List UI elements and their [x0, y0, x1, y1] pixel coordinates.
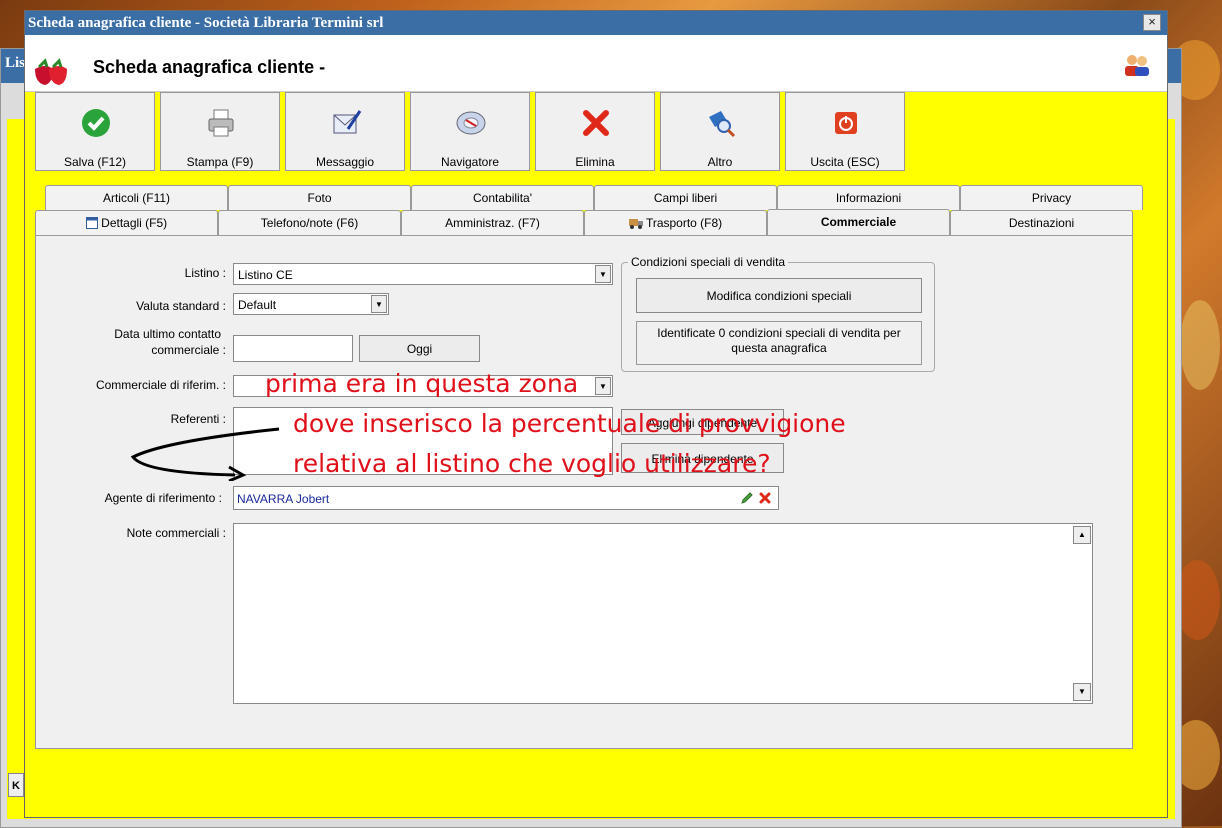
- background-leaf: [1180, 300, 1220, 390]
- tab-dettagli[interactable]: Dettagli (F5): [35, 210, 218, 235]
- customer-record-window: Scheda anagrafica cliente - Società Libr…: [24, 10, 1168, 818]
- tab-campi-liberi[interactable]: Campi liberi: [594, 185, 777, 210]
- compass-icon: [456, 111, 486, 135]
- print-button-label: Stampa (F9): [186, 155, 254, 169]
- special-conditions-info-line1: Identificate 0 condizioni speciali di ve…: [657, 326, 901, 340]
- valuta-select[interactable]: Default ▼: [233, 293, 389, 315]
- commerciale-panel: Listino : Listino CE ▼ Valuta standard :…: [35, 235, 1133, 749]
- details-icon: [85, 217, 98, 229]
- check-icon: [82, 109, 110, 137]
- background-side-key[interactable]: K: [8, 773, 24, 797]
- page-title: Scheda anagrafica cliente -: [93, 57, 326, 77]
- delete-button[interactable]: Elimina: [535, 92, 655, 171]
- remove-icon[interactable]: [758, 491, 772, 505]
- data-contatto-input[interactable]: [233, 335, 353, 362]
- modifica-condizioni-button[interactable]: Modifica condizioni speciali: [636, 278, 922, 313]
- save-button-label: Salva (F12): [63, 155, 127, 169]
- special-conditions-group: Condizioni speciali di vendita Modifica …: [621, 255, 935, 372]
- data-contatto-label-1: Data ultimo contatto: [114, 327, 221, 341]
- power-icon: [835, 112, 857, 134]
- tab-trasporto[interactable]: Trasporto (F8): [584, 210, 767, 235]
- special-conditions-info: Identificate 0 condizioni speciali di ve…: [636, 321, 922, 365]
- oggi-button[interactable]: Oggi: [359, 335, 480, 362]
- tab-contabilita[interactable]: Contabilita': [411, 185, 594, 210]
- tab-trasporto-label: Trasporto (F8): [645, 216, 723, 230]
- chevron-down-icon[interactable]: ▼: [595, 377, 611, 395]
- exit-button-label: Uscita (ESC): [810, 155, 880, 169]
- annotation-line-2: dove inserisco la percentuale di provvig…: [293, 409, 846, 438]
- valuta-label: Valuta standard :: [136, 299, 226, 313]
- delete-icon: [583, 110, 609, 136]
- navigator-button-label: Navigatore: [440, 155, 500, 169]
- delete-button-label: Elimina: [575, 155, 615, 169]
- exit-button[interactable]: Uscita (ESC): [785, 92, 905, 171]
- users-icon[interactable]: [1123, 53, 1151, 77]
- listino-value: Listino CE: [238, 268, 293, 282]
- navigator-button[interactable]: Navigatore: [410, 92, 530, 171]
- tab-telefono-note[interactable]: Telefono/note (F6): [218, 210, 401, 235]
- special-conditions-title: Condizioni speciali di vendita: [628, 255, 789, 269]
- commerciale-label: Commerciale di riferim. :: [95, 378, 226, 392]
- annotation-line-3: relativa al listino che voglio utilizzar…: [293, 449, 771, 478]
- special-conditions-info-line2: questa anagrafica: [731, 341, 827, 355]
- strawberry-logo-icon: [35, 58, 67, 85]
- valuta-value: Default: [238, 298, 277, 312]
- header: Scheda anagrafica cliente -: [25, 35, 1167, 92]
- agente-field[interactable]: NAVARRA Jobert: [233, 486, 779, 510]
- tab-privacy[interactable]: Privacy: [960, 185, 1143, 210]
- printer-icon: [208, 109, 234, 137]
- listino-label: Listino :: [184, 266, 226, 280]
- title-bar: Scheda anagrafica cliente - Società Libr…: [25, 11, 1167, 35]
- more-button-label: Altro: [707, 155, 733, 169]
- tab-articoli[interactable]: Articoli (F11): [45, 185, 228, 210]
- close-button[interactable]: ×: [1143, 14, 1161, 31]
- tab-amministrazione[interactable]: Amministraz. (F7): [401, 210, 584, 235]
- chevron-down-icon[interactable]: ▼: [595, 265, 611, 283]
- annotation-arrow: [130, 427, 280, 481]
- scroll-down-icon[interactable]: ▼: [1073, 683, 1091, 701]
- agente-value: NAVARRA Jobert: [237, 492, 330, 506]
- message-icon: [333, 110, 362, 134]
- more-button[interactable]: Altro: [660, 92, 780, 171]
- note-label: Note commerciali :: [126, 526, 226, 540]
- print-button[interactable]: Stampa (F9): [160, 92, 280, 171]
- search-icon: [709, 111, 736, 138]
- message-button-label: Messaggio: [315, 155, 375, 169]
- tab-dettagli-label: Dettagli (F5): [101, 216, 168, 230]
- note-textarea[interactable]: ▲ ▼: [233, 523, 1093, 704]
- edit-pencil-icon[interactable]: [740, 491, 754, 505]
- tab-destinazioni[interactable]: Destinazioni: [950, 210, 1133, 235]
- annotation-line-1: prima era in questa zona: [265, 369, 579, 398]
- tab-informazioni[interactable]: Informazioni: [777, 185, 960, 210]
- window-title: Scheda anagrafica cliente - Società Libr…: [28, 15, 384, 31]
- data-contatto-label-2: commerciale :: [151, 343, 226, 357]
- save-button[interactable]: Salva (F12): [35, 92, 155, 171]
- message-button[interactable]: Messaggio: [285, 92, 405, 171]
- truck-icon: [628, 219, 643, 229]
- agente-label: Agente di riferimento :: [104, 491, 222, 505]
- scroll-up-icon[interactable]: ▲: [1073, 526, 1091, 544]
- tab-commerciale[interactable]: Commerciale: [767, 209, 950, 235]
- tab-foto[interactable]: Foto: [228, 185, 411, 210]
- listino-select[interactable]: Listino CE ▼: [233, 263, 613, 285]
- chevron-down-icon[interactable]: ▼: [371, 295, 387, 313]
